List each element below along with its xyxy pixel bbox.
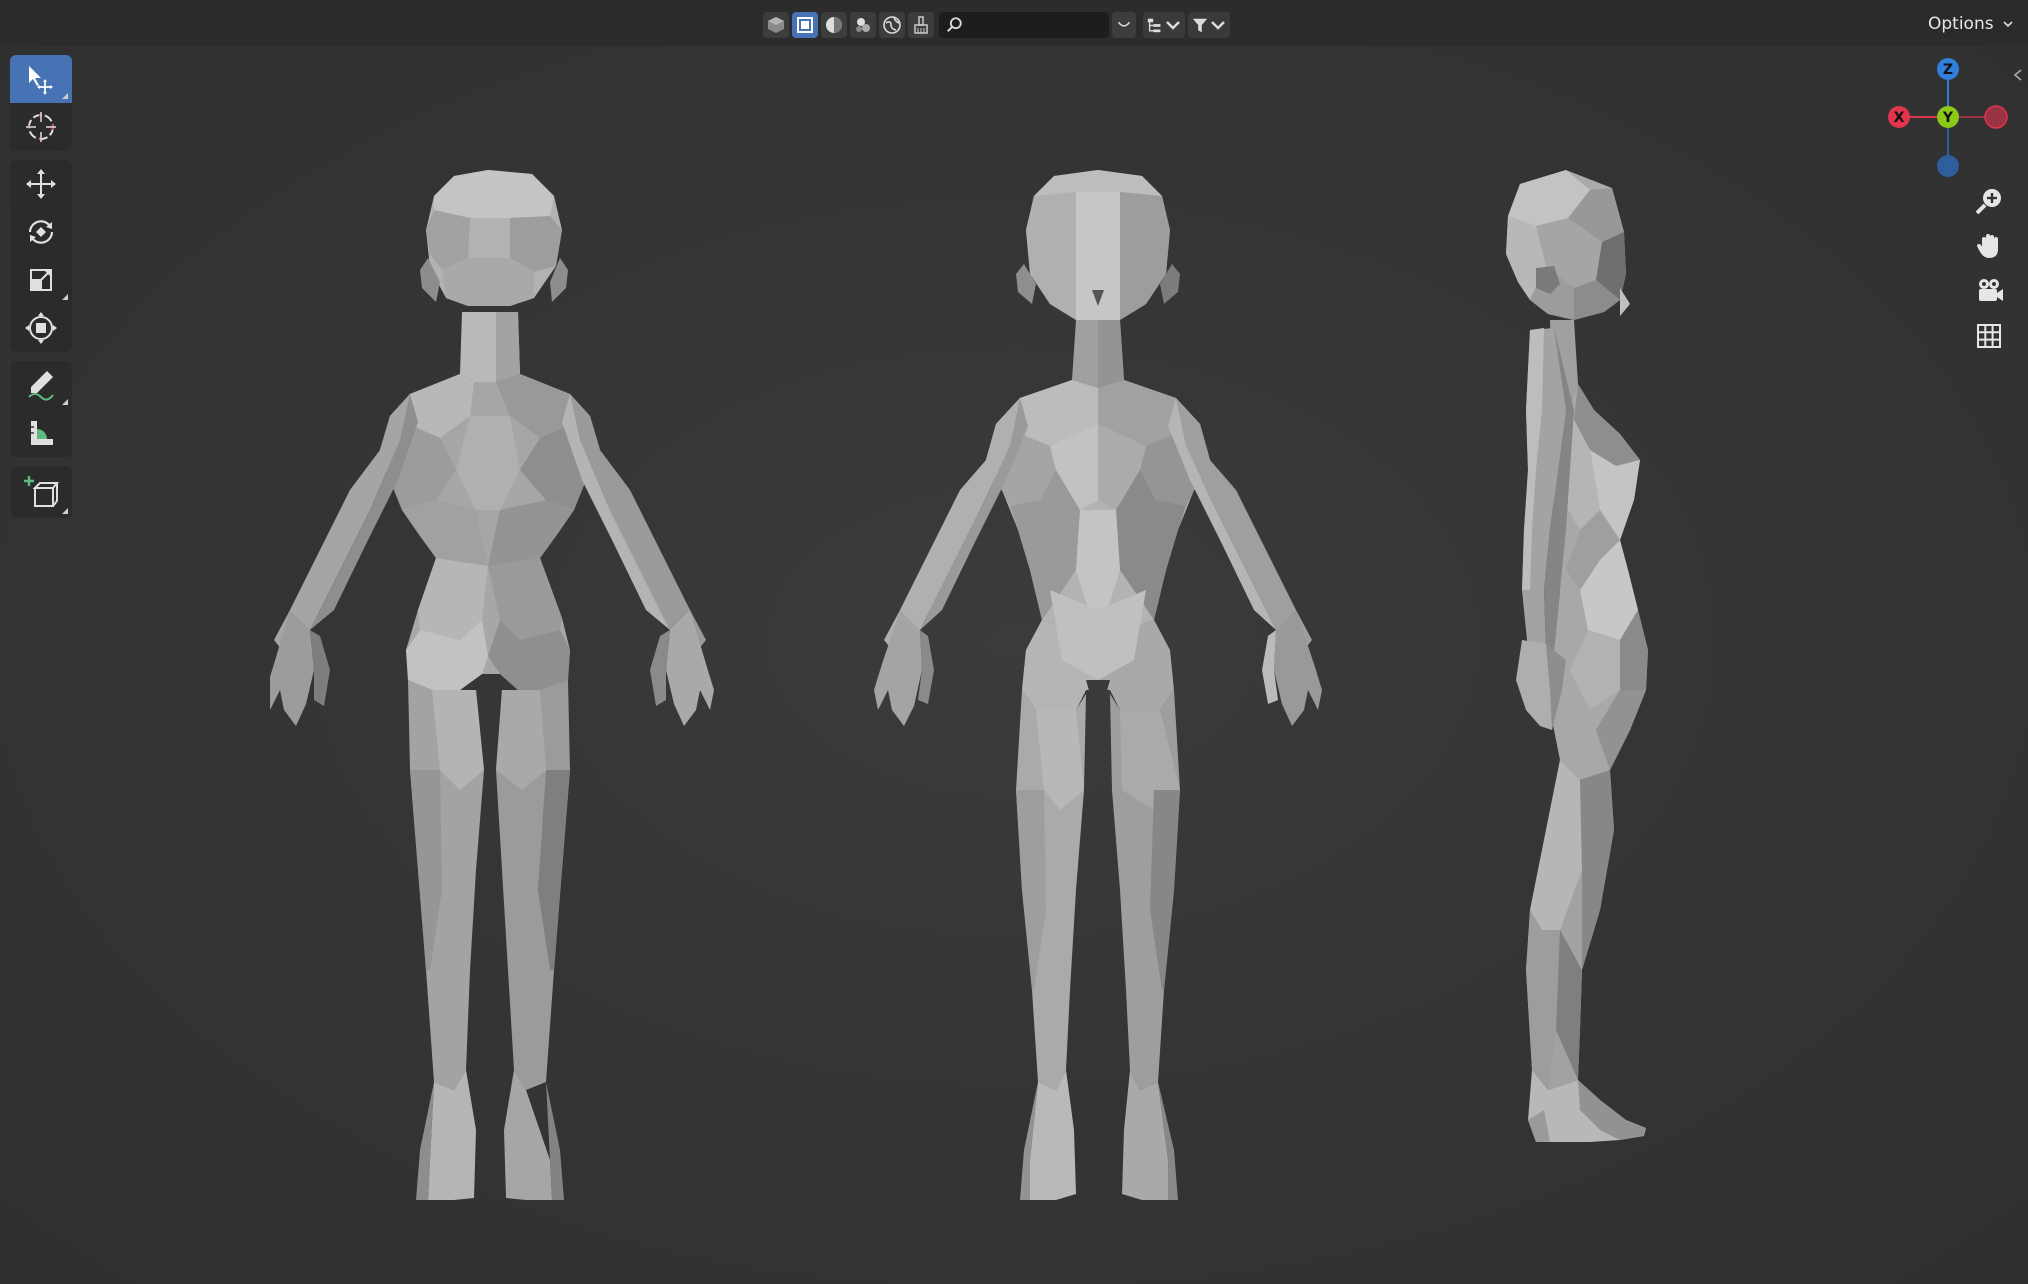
filter-funnel-icon (1192, 18, 1208, 33)
options-dropdown[interactable]: Options (1918, 10, 2024, 38)
camera-icon (1979, 279, 2003, 301)
annotate-tool[interactable] (10, 361, 72, 409)
camera-view-button[interactable] (1968, 270, 2010, 312)
cursor-tool[interactable] (10, 103, 72, 151)
pan-button[interactable] (1968, 225, 2010, 267)
gizmo-x-label: X (1894, 110, 1905, 126)
select-box-tool[interactable] (10, 55, 72, 103)
search-input[interactable] (967, 15, 1101, 35)
scale-tool[interactable] (10, 256, 72, 304)
options-label: Options (1928, 14, 1994, 34)
pan-hand-icon (1977, 234, 1998, 258)
add-tool-group (10, 466, 72, 518)
move-arrows-icon (26, 169, 56, 199)
transform-tool[interactable] (10, 304, 72, 352)
display-mode-dropdown[interactable] (1143, 12, 1185, 38)
search-field[interactable] (939, 12, 1109, 38)
cursor-arrow-icon (29, 66, 53, 95)
annotate-tool-group (10, 361, 72, 457)
search-icon (946, 17, 962, 33)
transform-icon (25, 312, 57, 344)
ruler-measure-icon (31, 421, 53, 445)
add-cube-icon (24, 476, 59, 507)
rotate-icon (28, 220, 54, 244)
ortho-toggle-button[interactable] (1968, 315, 2010, 357)
select-box-icon[interactable] (792, 12, 818, 38)
visibility-dropdown[interactable] (1112, 12, 1136, 38)
3d-viewport[interactable]: Options Z X Y (0, 0, 2028, 1284)
header-toolbar (763, 9, 1230, 41)
transform-tool-group (10, 160, 72, 352)
brush-icon[interactable] (908, 12, 934, 38)
character-model-back-view[interactable] (270, 170, 850, 1210)
select-tool-group (10, 55, 72, 151)
grid-icon (1977, 324, 2001, 348)
object-mode-icon[interactable] (763, 12, 789, 38)
rotate-tool[interactable] (10, 208, 72, 256)
chevron-down-icon (1166, 21, 1180, 30)
navigation-controls (1968, 180, 2010, 360)
gizmo-y-label: Y (1942, 110, 1954, 126)
pencil-annotate-icon (28, 371, 54, 401)
measure-tool[interactable] (10, 409, 72, 457)
filter-dropdown[interactable] (1188, 12, 1230, 38)
scale-icon (30, 269, 52, 291)
material-sphere-icon[interactable] (821, 12, 847, 38)
move-tool[interactable] (10, 160, 72, 208)
chevron-down-icon (2003, 21, 2013, 28)
gizmo-neg-z[interactable] (1937, 155, 1959, 177)
chevron-down-icon (1211, 21, 1225, 30)
add-cube-tool[interactable] (10, 466, 72, 518)
outliner-hierarchy-icon (1147, 18, 1161, 33)
zoom-button[interactable] (1968, 180, 2010, 222)
crosshair-cursor-icon (26, 112, 56, 142)
character-model-front-view[interactable] (870, 170, 1430, 1210)
shading-mode-icon[interactable] (850, 12, 876, 38)
navigation-gizmo[interactable]: Z X Y (1880, 55, 2020, 185)
tool-shelf (10, 55, 72, 527)
viewport-header: Options (0, 0, 2028, 46)
chevron-down-icon (1117, 21, 1131, 27)
zoom-icon (1975, 189, 2001, 215)
world-icon[interactable] (879, 12, 905, 38)
character-model-side-view[interactable] (1470, 170, 1690, 1210)
gizmo-z-label: Z (1943, 62, 1953, 78)
gizmo-neg-x[interactable] (1984, 105, 2008, 129)
